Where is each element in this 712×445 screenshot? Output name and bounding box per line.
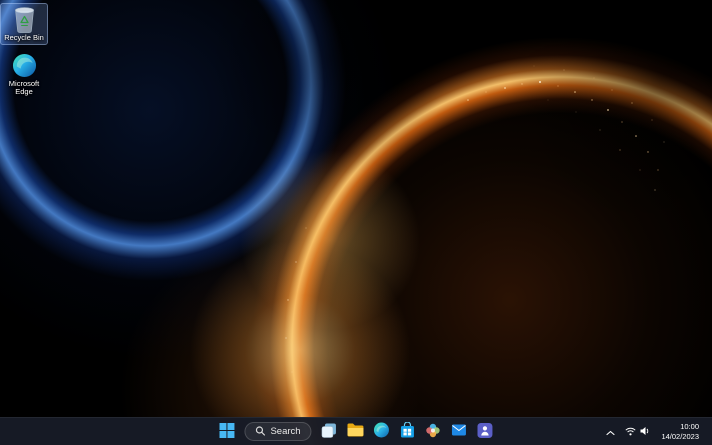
windows-desktop: Recycle Bin Microsoft Edge Search 10:00 … (0, 0, 712, 445)
taskbar-search[interactable]: Search (244, 422, 312, 441)
wallpaper[interactable] (0, 0, 712, 445)
chevron-up-icon (606, 424, 616, 439)
desktop-icon-grid: Recycle Bin Microsoft Edge (0, 3, 48, 98)
photos-icon (426, 423, 441, 441)
task-view-icon (321, 423, 337, 441)
wallpaper-sparkles (285, 65, 665, 373)
photos-button[interactable] (422, 420, 445, 444)
outlook-button[interactable] (448, 420, 471, 444)
task-view-button[interactable] (318, 420, 341, 444)
desktop-icon-microsoft-edge[interactable]: Microsoft Edge (1, 50, 47, 98)
taskbar-tray: 10:00 14/02/2023 (602, 418, 711, 445)
desktop-icon-label: Recycle Bin (4, 33, 44, 42)
volume-icon (640, 424, 651, 439)
system-tray-indicators[interactable] (621, 420, 655, 444)
search-icon (255, 423, 266, 441)
show-desktop-button[interactable] (707, 418, 711, 445)
file-explorer-button[interactable] (344, 420, 367, 444)
edge-icon (373, 422, 389, 441)
store-button[interactable] (396, 420, 419, 444)
teams-icon (477, 422, 493, 441)
folder-icon (347, 423, 364, 440)
tray-chevron-button[interactable] (602, 420, 619, 444)
windows-logo-icon (219, 422, 235, 441)
taskbar-center: Search (215, 418, 496, 445)
edge-desktop-icon (12, 52, 37, 79)
desktop-icon-label: Microsoft Edge (8, 78, 40, 96)
clock[interactable]: 10:00 14/02/2023 (657, 420, 705, 444)
edge-button[interactable] (370, 420, 393, 444)
start-button[interactable] (215, 420, 238, 444)
desktop-icon-recycle-bin[interactable]: Recycle Bin (0, 3, 48, 45)
tray-date: 14/02/2023 (661, 431, 699, 441)
taskbar: Search 10:00 14/02/2023 (0, 417, 712, 445)
search-label: Search (270, 426, 301, 437)
teams-button[interactable] (474, 420, 497, 444)
recycle-bin-icon (13, 6, 36, 33)
tray-time: 10:00 (680, 422, 699, 431)
store-bag-icon (400, 421, 414, 441)
network-icon (625, 424, 637, 439)
envelope-icon (452, 424, 467, 439)
